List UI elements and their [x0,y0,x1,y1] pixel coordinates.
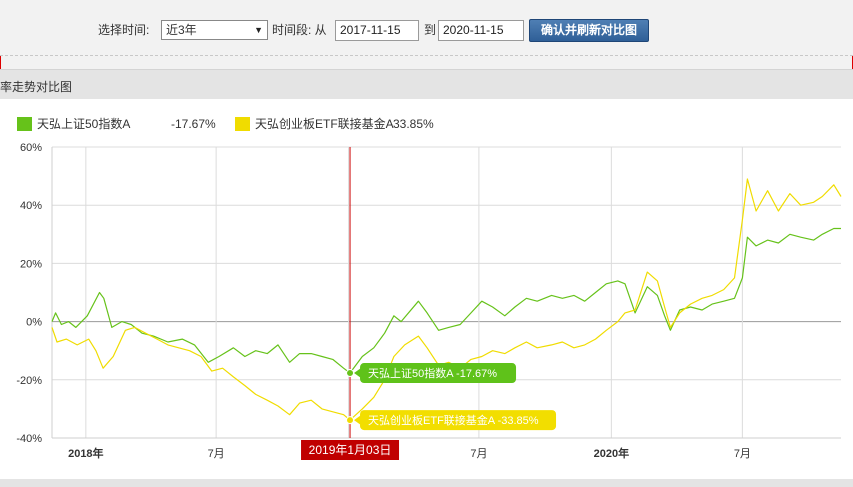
marker-a [346,369,355,378]
tooltip-series-a: 天弘上证50指数A -17.67% [354,363,517,384]
line-chart[interactable]: -40% -20% 0% 20% 40% 60% 2018年 7月 7月 2020年 7月 天弘上… [0,0,853,487]
bottom-strip [0,479,853,487]
series-line-a [51,227,841,374]
tooltip-series-b: 天弘创业板ETF联接基金A -33.85% [354,410,557,431]
y-tick-label: -40% [16,433,42,445]
y-tick-label: 20% [20,258,42,270]
x-tick-label: 2018年 [68,446,103,460]
date-badge-text: 2019年1月03日 [309,443,392,457]
x-tick-label: 7月 [470,448,487,460]
tooltip-series-b-pointer [354,415,362,426]
x-tick-label: 7月 [208,448,225,460]
x-tick-label: 7月 [734,448,751,460]
tooltip-series-a-text: 天弘上证50指数A -17.67% [368,366,497,380]
marker-b [346,416,355,425]
x-tick-label: 2020年 [594,446,629,460]
y-tick-label: 0% [26,317,42,329]
y-tick-label: 40% [20,200,42,212]
tooltip-series-b-text: 天弘创业板ETF联接基金A -33.85% [368,413,539,427]
tooltip-series-a-pointer [354,368,362,379]
series-line-b [51,178,842,421]
y-tick-label: -20% [16,375,42,387]
y-tick-label: 60% [20,142,42,154]
